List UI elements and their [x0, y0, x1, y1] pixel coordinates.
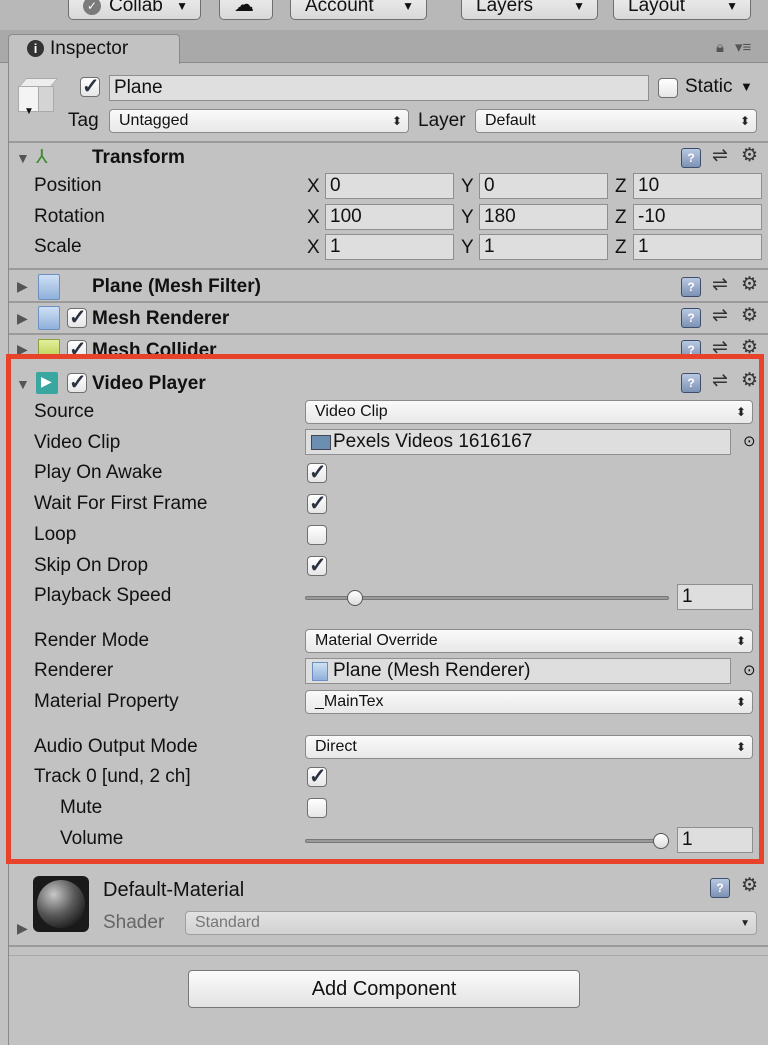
scale-x-field[interactable]: 1 — [325, 234, 454, 260]
axis-z-label: Z — [615, 237, 627, 258]
scale-y-field[interactable]: 1 — [479, 234, 608, 260]
gear-icon[interactable]: ⚙ — [741, 874, 758, 897]
check-circle-icon: ✓ — [83, 0, 101, 15]
top-toolbar: ✓ Collab ▼ ☁ Account ▼ Layers ▼ Layout ▼ — [0, 0, 768, 30]
tag-dropdown[interactable]: Untagged ⬍ — [109, 109, 409, 133]
static-checkbox[interactable] — [658, 78, 678, 98]
updown-icon: ⬍ — [739, 114, 750, 128]
cloud-icon: ☁ — [234, 0, 254, 16]
lock-icon[interactable]: 🔒︎ — [716, 39, 724, 56]
axis-x-label: X — [307, 207, 320, 228]
foldout-closed-icon[interactable]: ▶ — [17, 920, 28, 937]
dropdown-arrow-icon: ▼ — [402, 0, 414, 13]
rotation-x-field[interactable]: 100 — [325, 204, 454, 230]
layer-value: Default — [485, 112, 536, 129]
add-component-button[interactable]: Add Component — [188, 970, 580, 1008]
active-checkbox[interactable] — [80, 74, 100, 99]
mesh-renderer-icon — [38, 306, 60, 330]
tab-menu-icon[interactable]: ▾≡ — [735, 38, 751, 56]
axis-z-label: Z — [615, 176, 627, 197]
axis-x-label: X — [307, 176, 320, 197]
foldout-closed-icon[interactable]: ▶ — [17, 278, 28, 295]
tag-value: Untagged — [119, 112, 189, 129]
axis-y-label: Y — [461, 176, 474, 197]
static-dropdown-icon[interactable]: ▼ — [740, 79, 753, 94]
shader-value: Standard — [195, 914, 260, 931]
dropdown-arrow-icon: ▼ — [573, 0, 585, 13]
layout-label: Layout — [628, 0, 686, 16]
mesh-renderer-title: Mesh Renderer — [92, 308, 230, 329]
transform-axes-icon: ⅄ — [36, 147, 48, 168]
position-label: Position — [34, 175, 102, 196]
foldout-open-icon[interactable]: ▼ — [16, 150, 30, 166]
scale-label: Scale — [34, 236, 82, 257]
divider — [9, 301, 768, 303]
gear-icon[interactable]: ⚙ — [741, 273, 758, 296]
gameobject-cube-icon: ▼ — [17, 76, 59, 117]
layers-label: Layers — [476, 0, 534, 16]
rotation-label: Rotation — [34, 206, 105, 227]
rotation-y-field[interactable]: 180 — [479, 204, 608, 230]
add-component-label: Add Component — [311, 978, 457, 1000]
gear-icon[interactable]: ⚙ — [741, 144, 758, 167]
tab-label: Inspector — [50, 38, 129, 59]
help-icon[interactable]: ? — [681, 148, 701, 168]
dropdown-arrow-icon: ▼ — [176, 0, 188, 13]
tab-inspector[interactable]: i Inspector — [8, 34, 180, 64]
account-label: Account — [305, 0, 374, 16]
mesh-renderer-enabled-checkbox[interactable] — [67, 305, 87, 330]
scale-z-field[interactable]: 1 — [633, 234, 762, 260]
shader-label: Shader — [103, 912, 165, 933]
preset-icon[interactable]: ⇌ — [712, 273, 728, 296]
static-label: Static — [685, 76, 733, 97]
shader-dropdown[interactable]: Standard ▼ — [185, 911, 757, 935]
preset-icon[interactable]: ⇌ — [712, 304, 728, 327]
help-icon[interactable]: ? — [681, 308, 701, 328]
position-x-field[interactable]: 0 — [325, 173, 454, 199]
tag-label: Tag — [68, 110, 99, 131]
axis-y-label: Y — [461, 237, 474, 258]
position-y-field[interactable]: 0 — [479, 173, 608, 199]
layout-dropdown[interactable]: Layout ▼ — [613, 0, 751, 20]
divider — [9, 955, 768, 956]
help-icon[interactable]: ? — [710, 878, 730, 898]
collab-label: Collab — [109, 0, 163, 16]
info-icon: i — [27, 40, 44, 57]
rotation-z-field[interactable]: -10 — [633, 204, 762, 230]
layer-dropdown[interactable]: Default ⬍ — [475, 109, 757, 133]
cloud-button[interactable]: ☁ — [219, 0, 273, 20]
dropdown-arrow-icon: ▼ — [726, 0, 738, 13]
divider — [9, 945, 768, 947]
axis-y-label: Y — [461, 207, 474, 228]
material-preview — [33, 876, 89, 932]
preset-icon[interactable]: ⇌ — [712, 144, 728, 167]
dropdown-arrow-icon: ▼ — [740, 918, 750, 929]
position-z-field[interactable]: 10 — [633, 173, 762, 199]
updown-icon: ⬍ — [391, 114, 402, 128]
divider — [9, 141, 768, 143]
transform-title: Transform — [92, 147, 185, 168]
help-icon[interactable]: ? — [681, 277, 701, 297]
axis-z-label: Z — [615, 207, 627, 228]
highlight-box — [6, 354, 764, 864]
divider — [9, 268, 768, 270]
gear-icon[interactable]: ⚙ — [741, 304, 758, 327]
mesh-filter-icon — [38, 274, 60, 300]
collab-button[interactable]: ✓ Collab ▼ — [68, 0, 201, 20]
account-button[interactable]: Account ▼ — [290, 0, 427, 20]
name-field[interactable]: Plane — [109, 75, 649, 101]
layers-dropdown[interactable]: Layers ▼ — [461, 0, 598, 20]
foldout-closed-icon[interactable]: ▶ — [17, 310, 28, 327]
sphere-icon — [37, 880, 85, 928]
material-name: Default-Material — [103, 879, 245, 901]
mesh-filter-title: Plane (Mesh Filter) — [92, 276, 261, 297]
axis-x-label: X — [307, 237, 320, 258]
layer-label: Layer — [418, 110, 466, 131]
